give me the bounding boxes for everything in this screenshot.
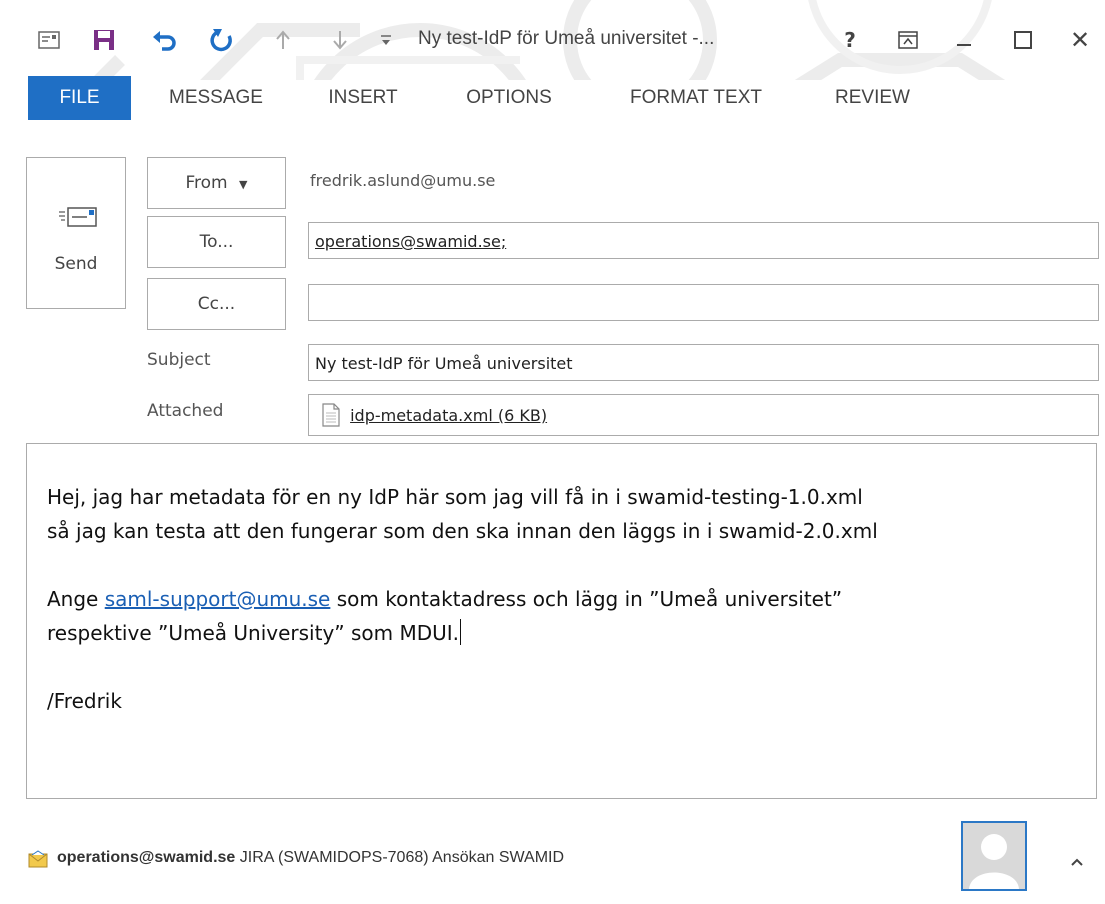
maximize-icon	[1014, 31, 1032, 49]
avatar[interactable]	[961, 821, 1027, 891]
people-pane-email[interactable]: operations@swamid.se	[57, 849, 235, 866]
maximize-button[interactable]	[1003, 22, 1043, 58]
close-button[interactable]: ✕	[1060, 22, 1100, 58]
tab-options[interactable]: OPTIONS	[450, 76, 568, 120]
to-button[interactable]: To...	[147, 216, 286, 268]
previous-item-icon[interactable]	[268, 24, 298, 56]
title-bar: Ny test-IdP för Umeå universitet -... ? …	[0, 0, 1105, 80]
redo-icon[interactable]	[207, 24, 237, 56]
body-line-4: respektive ”Umeå University” som MDUI.	[47, 619, 462, 645]
cc-field[interactable]	[308, 284, 1099, 321]
undo-icon[interactable]	[150, 24, 180, 56]
tab-message[interactable]: MESSAGE	[160, 76, 272, 120]
minimize-icon	[957, 44, 971, 46]
ribbon-tabs: FILE MESSAGE INSERT OPTIONS FORMAT TEXT …	[0, 76, 1105, 120]
tab-file[interactable]: FILE	[28, 76, 131, 120]
text-cursor	[460, 619, 462, 645]
message-body[interactable]: Hej, jag har metadata för en ny IdP här …	[26, 443, 1097, 799]
window-title: Ny test-IdP för Umeå universitet -...	[418, 28, 715, 49]
attachment-link[interactable]: idp-metadata.xml (6 KB)	[350, 406, 547, 425]
send-button[interactable]: Send	[26, 157, 126, 309]
attachment-field[interactable]: idp-metadata.xml (6 KB)	[308, 394, 1099, 436]
body-line-3: Ange saml-support@umu.se som kontaktadre…	[47, 582, 1096, 616]
people-pane-subject: JIRA (SWAMIDOPS-7068) Ansökan SWAMID	[239, 849, 565, 866]
support-email-link[interactable]: saml-support@umu.se	[105, 587, 331, 611]
minimize-button[interactable]	[944, 22, 984, 58]
chevron-down-icon: ▼	[239, 178, 248, 191]
file-icon	[322, 403, 340, 427]
to-recipient[interactable]: operations@swamid.se;	[315, 232, 506, 251]
from-button[interactable]: From ▼	[147, 157, 286, 209]
tab-review[interactable]: REVIEW	[820, 76, 925, 120]
message-window-icon[interactable]	[34, 24, 64, 56]
body-signature: /Fredrik	[47, 689, 122, 713]
close-icon: ✕	[1069, 26, 1091, 54]
envelope-icon	[28, 850, 48, 868]
next-item-icon[interactable]	[325, 24, 355, 56]
to-field[interactable]: operations@swamid.se;	[308, 222, 1099, 259]
ribbon-display-options-button[interactable]	[888, 22, 928, 58]
tab-insert[interactable]: INSERT	[313, 76, 413, 120]
body-line-1: Hej, jag har metadata för en ny IdP här …	[47, 485, 863, 509]
body-line-2: så jag kan testa att den fungerar som de…	[47, 519, 878, 543]
subject-label: Subject	[147, 350, 211, 370]
people-pane: operations@swamid.se JIRA (SWAMIDOPS-706…	[0, 820, 1105, 904]
body-line-3-suffix: som kontaktadress och lägg in ”Umeå univ…	[330, 587, 843, 611]
attached-label: Attached	[147, 401, 224, 421]
chevron-up-icon[interactable]	[1070, 852, 1084, 871]
customize-toolbar-icon[interactable]	[371, 24, 401, 56]
body-line-3-prefix: Ange	[47, 587, 105, 611]
help-icon: ?	[844, 28, 856, 52]
send-icon	[59, 207, 97, 227]
cc-button[interactable]: Cc...	[147, 278, 286, 330]
ribbon-display-icon	[898, 31, 918, 49]
tab-format-text[interactable]: FORMAT TEXT	[605, 76, 787, 120]
person-icon	[963, 823, 1025, 889]
save-icon[interactable]	[89, 24, 119, 56]
from-address: fredrik.aslund@umu.se	[310, 171, 496, 190]
help-button[interactable]: ?	[830, 22, 870, 58]
subject-field[interactable]: Ny test-IdP för Umeå universitet	[308, 344, 1099, 381]
send-label: Send	[54, 254, 98, 274]
people-pane-message[interactable]: operations@swamid.se JIRA (SWAMIDOPS-706…	[57, 849, 564, 867]
from-button-label: From	[185, 173, 228, 193]
